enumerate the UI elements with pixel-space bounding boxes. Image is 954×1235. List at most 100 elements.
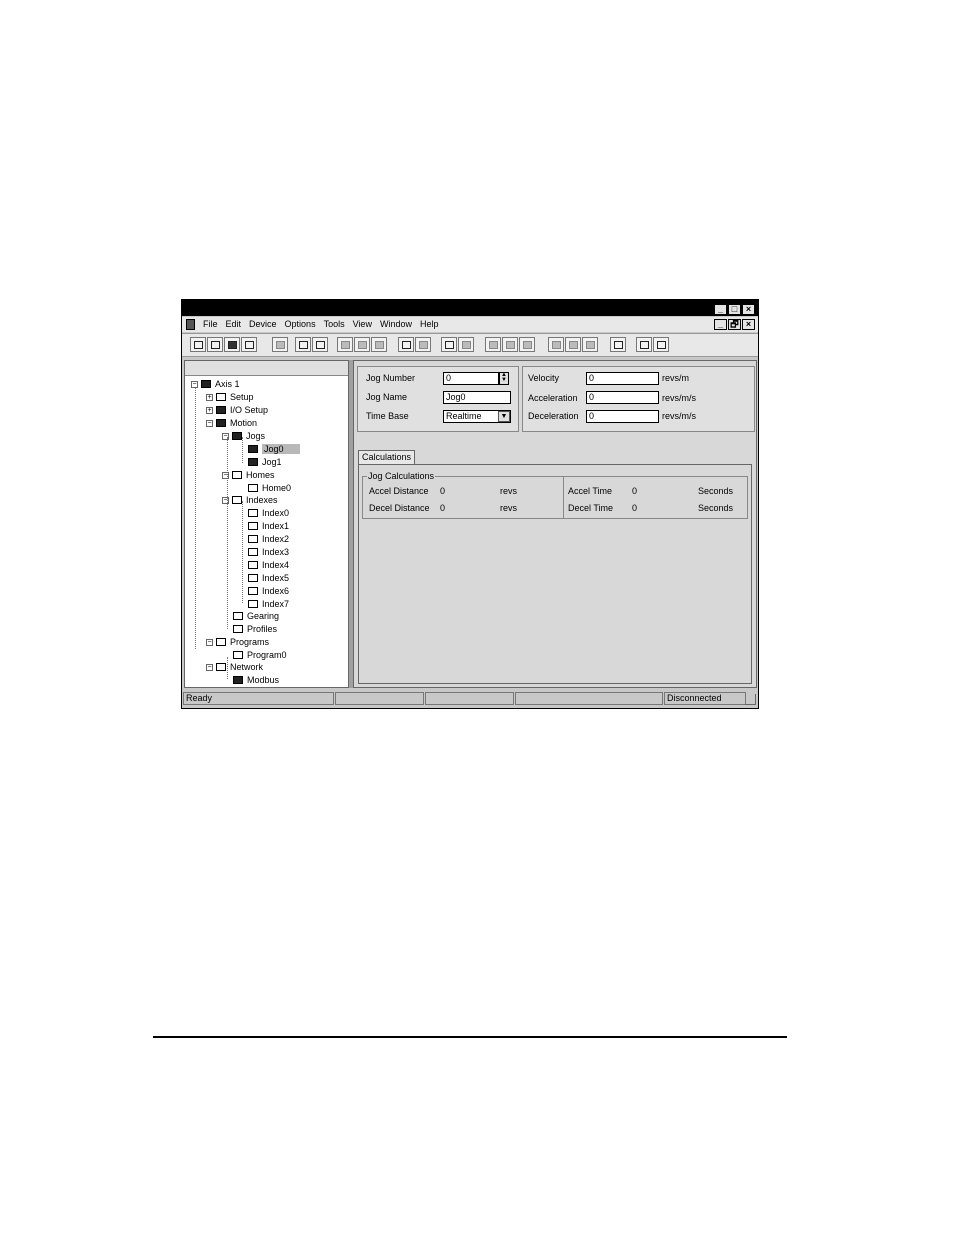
graph-button[interactable]: [519, 337, 535, 352]
title-bar[interactable]: _ □ ×: [182, 300, 758, 316]
collapse-icon[interactable]: −: [191, 380, 198, 388]
tree-node-jog0[interactable]: Jog0: [248, 443, 300, 455]
index-profile-icon: [248, 561, 258, 569]
resize-grip-icon[interactable]: [745, 694, 756, 705]
tree-node-profiles[interactable]: Profiles: [233, 623, 277, 635]
jog-name-field[interactable]: Jog0: [443, 391, 511, 404]
collapse-icon[interactable]: −: [206, 663, 213, 671]
jog-number-label: Jog Number: [366, 373, 416, 383]
jog-identity-group: Jog Number 0 ▲ ▼ Jog Name Jog0 Time Base …: [357, 366, 519, 432]
menu-options[interactable]: Options: [285, 319, 316, 329]
child-minimize-button[interactable]: _: [714, 319, 727, 330]
tree-node-network[interactable]: − Network: [206, 661, 263, 673]
tree-node-program0[interactable]: Program0: [233, 649, 287, 661]
tree-node-jogs[interactable]: − Jogs: [222, 430, 265, 442]
tree-node-index0[interactable]: Index0: [248, 507, 289, 519]
deceleration-unit: revs/m/s: [662, 411, 697, 421]
tree-label: Jog0: [262, 444, 300, 454]
disconnect-button[interactable]: [354, 337, 370, 352]
menu-edit[interactable]: Edit: [226, 319, 242, 329]
tree-node-jog1[interactable]: Jog1: [248, 456, 282, 468]
program-icon: [216, 638, 226, 646]
menu-device[interactable]: Device: [249, 319, 277, 329]
tree-node-programs[interactable]: − Programs: [206, 636, 269, 648]
menu-file[interactable]: File: [203, 319, 218, 329]
collapse-icon[interactable]: −: [206, 638, 213, 646]
remove-item-button[interactable]: [415, 337, 431, 352]
tab-calculations[interactable]: Calculations: [358, 450, 416, 464]
print-button[interactable]: [241, 337, 257, 352]
tree-node-motion[interactable]: − Motion: [206, 417, 257, 429]
menu-view[interactable]: View: [353, 319, 372, 329]
velocity-field[interactable]: 0: [586, 372, 659, 385]
tree-node-axis1[interactable]: − Axis 1: [191, 378, 240, 390]
tree-node-modbus[interactable]: Modbus: [233, 674, 279, 686]
paste-icon: [461, 341, 471, 349]
deceleration-field[interactable]: 0: [586, 410, 659, 423]
context-help-button[interactable]: [653, 337, 669, 352]
new-file-button[interactable]: [190, 337, 206, 352]
menu-help[interactable]: Help: [420, 319, 439, 329]
application-window: _ □ × File Edit Device Options Tools Vie…: [181, 299, 759, 709]
tree-node-homes[interactable]: − Homes: [222, 469, 275, 481]
menu-tools[interactable]: Tools: [324, 319, 345, 329]
tree-node-indexes[interactable]: − Indexes: [222, 494, 278, 506]
tree-node-index2[interactable]: Index2: [248, 533, 289, 545]
child-close-button[interactable]: ×: [742, 319, 755, 330]
zoom-button[interactable]: [485, 337, 501, 352]
window-layout-button[interactable]: [610, 337, 626, 352]
menu-window[interactable]: Window: [380, 319, 412, 329]
help-button[interactable]: [636, 337, 652, 352]
print-icon: [244, 341, 254, 349]
tree-node-gearing[interactable]: Gearing: [233, 610, 279, 622]
minimize-button[interactable]: _: [714, 304, 727, 315]
tree-node-index4[interactable]: Index4: [248, 559, 289, 571]
maximize-button[interactable]: □: [728, 304, 741, 315]
collapse-icon[interactable]: −: [222, 471, 229, 479]
properties-button[interactable]: [272, 337, 288, 352]
tree-node-index1[interactable]: Index1: [248, 520, 289, 532]
velocity-label: Velocity: [528, 373, 560, 383]
copy-button[interactable]: [441, 337, 457, 352]
enable-button[interactable]: [548, 337, 564, 352]
stop-comm-button[interactable]: [371, 337, 387, 352]
child-restore-button[interactable]: 🗗: [728, 319, 741, 330]
tree-node-home0[interactable]: Home0: [248, 482, 291, 494]
index-profile-icon: [248, 574, 258, 582]
collapse-icon[interactable]: −: [222, 432, 229, 440]
connect-button[interactable]: [337, 337, 353, 352]
app-icon[interactable]: [186, 319, 195, 330]
open-file-button[interactable]: [207, 337, 223, 352]
download-button[interactable]: [312, 337, 328, 352]
index-profile-icon: [232, 496, 242, 504]
tree-node-index3[interactable]: Index3: [248, 546, 289, 558]
add-item-button[interactable]: [398, 337, 414, 352]
tree-node-setup[interactable]: + Setup: [206, 391, 254, 403]
tree-node-io-setup[interactable]: + I/O Setup: [206, 404, 268, 416]
deceleration-label: Deceleration: [528, 411, 579, 421]
tree-label: Axis 1: [215, 379, 240, 389]
paste-button[interactable]: [458, 337, 474, 352]
tree-node-index6[interactable]: Index6: [248, 585, 289, 597]
close-button[interactable]: ×: [742, 304, 755, 315]
status-pane-3: [425, 692, 514, 705]
jog-number-field[interactable]: 0: [443, 372, 499, 385]
window-layout-icon: [613, 341, 623, 349]
chevron-down-icon[interactable]: ▼: [498, 411, 510, 422]
jog-name-label: Jog Name: [366, 392, 408, 402]
jog-number-spinner[interactable]: ▲ ▼: [499, 372, 509, 385]
acceleration-field[interactable]: 0: [586, 391, 659, 404]
collapse-icon[interactable]: −: [222, 496, 229, 504]
tree-node-index7[interactable]: Index7: [248, 598, 289, 610]
acceleration-label: Acceleration: [528, 393, 578, 403]
stop-button[interactable]: [565, 337, 581, 352]
collapse-icon[interactable]: −: [206, 419, 213, 427]
watch-button[interactable]: [502, 337, 518, 352]
expand-icon[interactable]: +: [206, 393, 213, 401]
expand-icon[interactable]: +: [206, 406, 213, 414]
upload-button[interactable]: [295, 337, 311, 352]
run-button[interactable]: [582, 337, 598, 352]
tree-node-index5[interactable]: Index5: [248, 572, 289, 584]
jog-properties-pane: Jog Number 0 ▲ ▼ Jog Name Jog0 Time Base …: [353, 360, 757, 688]
save-button[interactable]: [224, 337, 240, 352]
